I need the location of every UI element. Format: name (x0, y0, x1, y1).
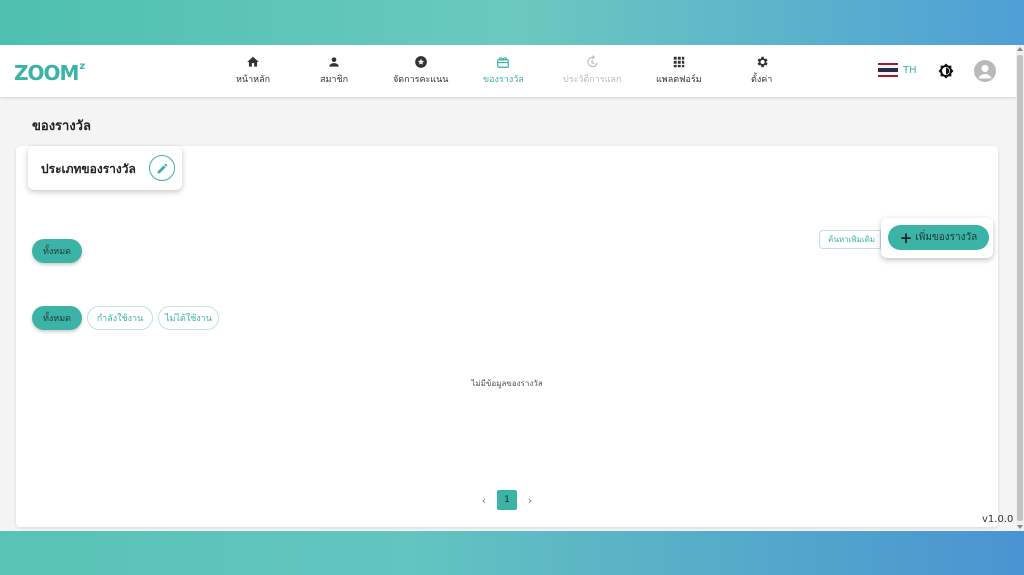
language-switcher[interactable]: TH (878, 63, 917, 77)
person-silhouette-icon (978, 64, 992, 79)
scroll-up-arrow-icon[interactable] (1017, 47, 1023, 51)
brightness-icon[interactable] (938, 63, 954, 79)
background-bottom (0, 531, 1024, 575)
home-icon (247, 56, 259, 67)
nav-item-points[interactable]: จัดการคะแนน (393, 55, 448, 86)
language-code: TH (903, 64, 917, 76)
search-input[interactable] (828, 235, 880, 244)
empty-state-message: ไม่มีข้อมูลของรางวัล (471, 379, 543, 388)
next-page-button[interactable]: › (519, 494, 541, 507)
gift-icon (497, 57, 510, 68)
page-number-button[interactable]: 1 (497, 490, 517, 510)
rewards-card: ประเภทของรางวัล ทั้งหมด + เพิ่มของรางวัล… (16, 146, 998, 527)
nav-item-home[interactable]: หน้าหลัก (236, 55, 270, 86)
nav-item-label: ประวัติการแลก (563, 75, 622, 85)
prev-page-button[interactable]: ‹ (473, 494, 495, 507)
logo-text: ZOOM (14, 61, 79, 85)
add-reward-label: เพิ่มของรางวัล (915, 232, 978, 243)
history-icon (587, 55, 598, 68)
gear-icon (757, 56, 768, 68)
grid-icon (673, 56, 685, 68)
person-icon (329, 57, 339, 67)
logo[interactable]: ZOOM z (14, 59, 85, 87)
pencil-icon (157, 163, 167, 173)
nav-item-label: หน้าหลัก (236, 75, 271, 85)
category-title: ประเภทของรางวัล (41, 162, 136, 176)
plus-icon: + (899, 228, 913, 247)
pagination: ‹ 1 › (16, 490, 998, 510)
search-box[interactable] (819, 230, 881, 249)
nav-item-history[interactable]: ประวัติการแลก (563, 55, 621, 86)
status-filter-inactive[interactable]: ไม่ได้ใช้งาน (158, 306, 219, 330)
nav-item-settings[interactable]: ตั้งค่า (751, 55, 772, 86)
top-navbar: ZOOM z หน้าหลัก สมาชิก จัดการคะแนน ของรา… (0, 45, 1016, 97)
page-title: ของรางวัล (32, 119, 91, 134)
nav-item-label: จัดการคะแนน (393, 75, 449, 85)
nav-item-members[interactable]: สมาชิก (320, 55, 348, 86)
version-label: v1.0.0 (982, 514, 1014, 525)
category-filter-all[interactable]: ทั้งหมด (32, 239, 82, 263)
star-badge-icon (414, 56, 427, 68)
nav-item-platform[interactable]: แพลตฟอร์ม (656, 55, 702, 86)
nav-item-rewards[interactable]: ของรางวัล (483, 55, 524, 86)
logo-superscript: z (79, 61, 86, 72)
status-filter-active[interactable]: กำลังใช้งาน (87, 306, 153, 330)
thai-flag-icon (878, 63, 898, 77)
category-header: ประเภทของรางวัล (28, 146, 182, 190)
add-reward-button[interactable]: + เพิ่มของรางวัล (888, 225, 989, 250)
app-window: ZOOM z หน้าหลัก สมาชิก จัดการคะแนน ของรา… (0, 45, 1024, 531)
status-filter-all[interactable]: ทั้งหมด (32, 306, 82, 330)
vertical-scrollbar[interactable] (1016, 45, 1024, 531)
scrollbar-thumb[interactable] (1017, 55, 1023, 521)
add-reward-container: + เพิ่มของรางวัล (881, 218, 993, 258)
nav-item-label: สมาชิก (320, 75, 349, 85)
nav-item-label: ของรางวัล (483, 75, 524, 85)
user-avatar-icon[interactable] (974, 60, 996, 82)
scroll-down-arrow-icon[interactable] (1017, 525, 1023, 529)
edit-category-button[interactable] (149, 155, 175, 181)
nav-item-label: ตั้งค่า (751, 75, 773, 85)
nav-item-label: แพลตฟอร์ม (656, 75, 702, 85)
